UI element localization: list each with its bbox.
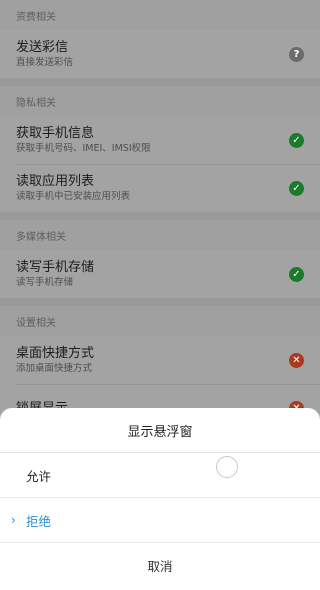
permission-text: 获取手机信息 获取手机号码、IMEI、IMSI权限 bbox=[16, 125, 151, 155]
permission-text: 读写手机存储 读写手机存储 bbox=[16, 259, 94, 289]
touch-indicator bbox=[216, 456, 238, 478]
check-icon[interactable]: ✓ bbox=[289, 266, 304, 282]
question-icon[interactable]: ? bbox=[289, 46, 304, 62]
section-header-settings: 设置相关 bbox=[16, 317, 56, 329]
permission-row-phone-info[interactable]: 获取手机信息 获取手机号码、IMEI、IMSI权限 ✓ bbox=[0, 116, 320, 164]
check-icon[interactable]: ✓ bbox=[289, 180, 304, 196]
permission-row-app-list[interactable]: 读取应用列表 读取手机中已安装应用列表 ✓ bbox=[0, 164, 320, 212]
permission-text: 读取应用列表 读取手机中已安装应用列表 bbox=[16, 173, 130, 203]
option-allow[interactable]: 允许 bbox=[0, 453, 320, 498]
permission-title: 获取手机信息 bbox=[16, 126, 95, 141]
permission-desc: 读写手机存储 bbox=[16, 277, 74, 288]
section-header-multimedia: 多媒体相关 bbox=[16, 231, 66, 243]
permission-title: 读写手机存储 bbox=[16, 260, 95, 275]
permission-title: 桌面快捷方式 bbox=[16, 346, 95, 361]
section-divider bbox=[0, 298, 320, 306]
section-group-privacy: 获取手机信息 获取手机号码、IMEI、IMSI权限 ✓ 读取应用列表 读取手机中… bbox=[0, 116, 320, 212]
permission-title: 读取应用列表 bbox=[16, 174, 95, 189]
option-label: 拒绝 bbox=[26, 513, 52, 529]
section-divider bbox=[0, 78, 320, 86]
permission-desc: 获取手机号码、IMEI、IMSI权限 bbox=[16, 143, 151, 154]
chevron-right-icon: › bbox=[11, 513, 16, 527]
permission-desc: 读取手机中已安装应用列表 bbox=[16, 191, 131, 202]
permission-title: 发送彩信 bbox=[16, 40, 69, 55]
section-group-multimedia: 读写手机存储 读写手机存储 ✓ bbox=[0, 250, 320, 298]
option-deny[interactable]: › 拒绝 bbox=[0, 498, 320, 543]
permission-row-shortcut[interactable]: 桌面快捷方式 添加桌面快捷方式 ✕ bbox=[0, 336, 320, 384]
permission-row-send-mms[interactable]: 发送彩信 直接发送彩信 ? bbox=[0, 30, 320, 78]
cross-icon[interactable]: ✕ bbox=[289, 352, 304, 368]
section-group-fees: 发送彩信 直接发送彩信 ? bbox=[0, 30, 320, 78]
floating-window-dialog: 显示悬浮窗 允许 › 拒绝 取消 bbox=[0, 408, 320, 590]
permission-desc: 添加桌面快捷方式 bbox=[16, 363, 93, 374]
permission-text: 桌面快捷方式 添加桌面快捷方式 bbox=[16, 345, 94, 375]
section-header-privacy: 隐私相关 bbox=[16, 97, 56, 109]
check-icon[interactable]: ✓ bbox=[289, 132, 304, 148]
permission-row-storage[interactable]: 读写手机存储 读写手机存储 ✓ bbox=[0, 250, 320, 298]
section-divider bbox=[0, 212, 320, 220]
cancel-button[interactable]: 取消 bbox=[0, 543, 320, 588]
section-header-fees: 资费相关 bbox=[16, 11, 56, 23]
option-label: 允许 bbox=[26, 468, 52, 484]
permission-text: 发送彩信 直接发送彩信 bbox=[16, 39, 73, 69]
dialog-title: 显示悬浮窗 bbox=[0, 408, 320, 453]
permission-desc: 直接发送彩信 bbox=[16, 57, 74, 68]
